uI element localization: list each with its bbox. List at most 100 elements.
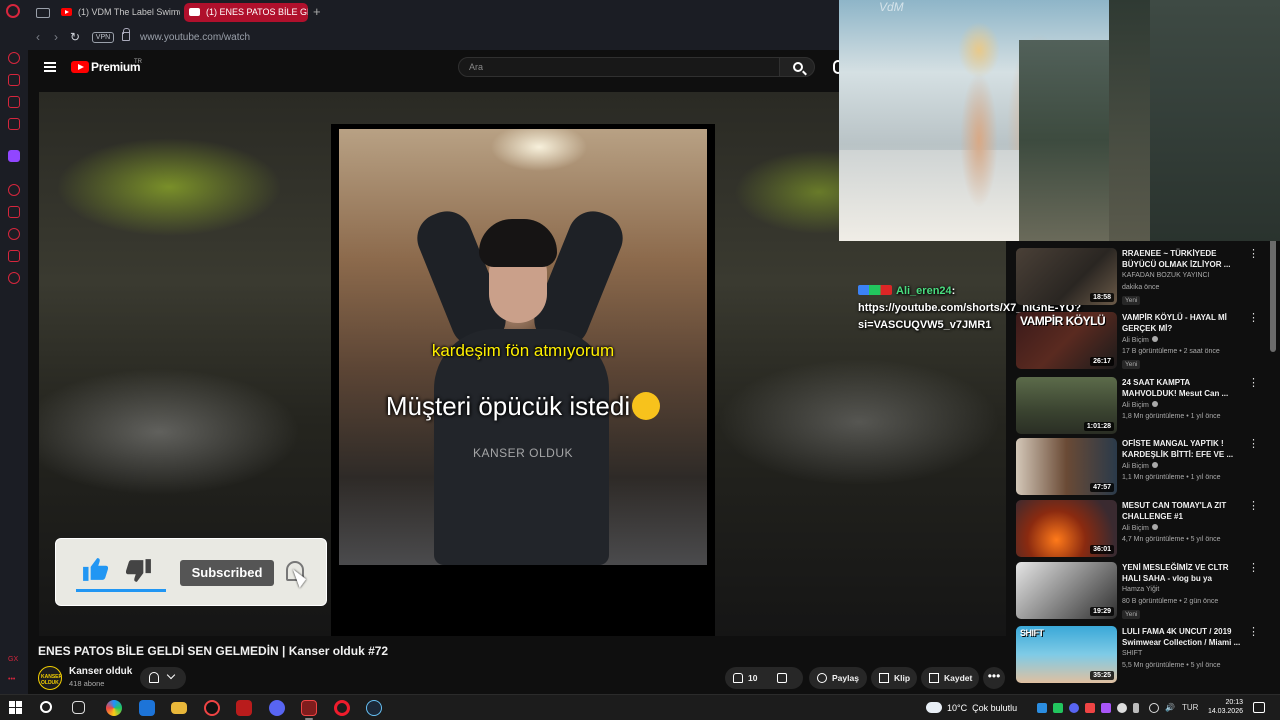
video-thumbnail[interactable]: 19:29 (1016, 562, 1117, 619)
new-tab-button[interactable]: + (313, 4, 321, 20)
rec-title[interactable]: OFİSTE MANGAL YAPTIK ! KARDEŞLİK BİTTİ: … (1122, 438, 1242, 460)
tab-enes-patos[interactable]: (1) ENES PATOS BİLE GELDİ (184, 3, 308, 22)
thumbs-up-icon[interactable] (733, 673, 743, 683)
more-actions-button[interactable]: ••• (983, 667, 1005, 689)
file-explorer-icon[interactable] (171, 702, 187, 714)
notification-icon[interactable] (1253, 702, 1265, 713)
tray-app-icon[interactable] (1101, 703, 1111, 713)
list-item[interactable]: 18:58 RRAENEE ~ TÜRKİYEDE BÜYÜCÜ OLMAK İ… (1016, 248, 1259, 306)
rec-channel[interactable]: Ali Biçim (1122, 524, 1158, 532)
save-button[interactable]: Kaydet (921, 667, 979, 689)
reload-icon[interactable]: ↻ (70, 30, 80, 44)
cloud-icon[interactable] (926, 702, 942, 713)
clock[interactable]: 20:13 14.03.2026 (1203, 698, 1243, 716)
tray-app-icon[interactable] (1037, 703, 1047, 713)
copilot-icon[interactable] (106, 700, 122, 716)
like-count[interactable]: 10 (748, 673, 757, 683)
youtube-premium-label[interactable]: Premium (91, 60, 141, 74)
opera-icon[interactable] (334, 700, 350, 716)
rec-channel[interactable]: SHIFT (1122, 650, 1142, 657)
tab-vdm-swimwear[interactable]: (1) VDM The Label Swimwear (56, 3, 180, 22)
kebab-menu-icon[interactable]: ⋮ (1248, 313, 1259, 324)
network-icon[interactable] (1149, 703, 1159, 713)
kebab-menu-icon[interactable]: ⋮ (1248, 249, 1259, 260)
video-thumbnail[interactable]: 47:57 (1016, 438, 1117, 495)
clip-button[interactable]: Klip (871, 667, 917, 689)
sidebar-history-icon[interactable] (8, 228, 20, 240)
sidebar-more-icon[interactable]: ••• (8, 676, 15, 683)
opera-gx-active-icon[interactable] (301, 700, 317, 716)
rec-title[interactable]: VAMPİR KÖYLÜ - HAYAL Mİ GERÇEK Mİ? (1122, 312, 1242, 334)
kebab-menu-icon[interactable]: ⋮ (1248, 378, 1259, 389)
video-thumbnail[interactable]: 36:01 (1016, 500, 1117, 557)
sidebar-settings-icon[interactable] (8, 272, 20, 284)
kebab-menu-icon[interactable]: ⋮ (1248, 627, 1259, 638)
tray-app-icon[interactable] (1053, 703, 1063, 713)
task-view-icon[interactable] (72, 701, 85, 714)
discord-icon[interactable] (269, 700, 285, 716)
windows-start-icon[interactable] (9, 701, 22, 714)
thumbs-down-icon[interactable] (777, 673, 787, 683)
tray-app-icon[interactable] (1117, 703, 1127, 713)
rec-channel[interactable]: Hamza Yiğit (1122, 586, 1159, 593)
language-indicator[interactable]: TUR (1182, 703, 1198, 712)
video-thumbnail[interactable]: VAMPİR KÖYLÜ 26:17 (1016, 312, 1117, 369)
sidebar-bag-icon[interactable] (8, 74, 20, 86)
rec-channel[interactable]: Ali Biçim (1122, 401, 1158, 409)
list-item[interactable]: 19:29 YENİ MESLEĞİMİZ VE CLTR HALI SAHA … (1016, 562, 1259, 620)
sidebar-extensions-icon[interactable] (8, 250, 20, 262)
weather-widget[interactable]: 10°C Çok bulutlu (947, 703, 1017, 713)
list-item[interactable]: 47:57 OFİSTE MANGAL YAPTIK ! KARDEŞLİK B… (1016, 438, 1259, 496)
sidebar-twitch-icon[interactable] (8, 150, 20, 162)
back-arrow-icon[interactable]: ‹ (36, 30, 40, 44)
steam-icon[interactable] (366, 700, 382, 716)
lock-icon[interactable] (122, 28, 130, 41)
menu-icon[interactable] (44, 62, 56, 72)
microphone-icon[interactable] (1133, 703, 1139, 713)
sidebar-instagram-icon[interactable] (8, 118, 20, 130)
video-thumbnail[interactable]: SHIFT 35:25 (1016, 626, 1117, 683)
taskbar-search-icon[interactable] (40, 701, 52, 713)
notification-bell-button[interactable] (140, 667, 186, 689)
rec-title[interactable]: MESUT CAN TOMAY'LA ZIT CHALLENGE #1 (1122, 500, 1242, 522)
forward-arrow-icon[interactable]: › (54, 30, 58, 44)
rec-title[interactable]: RRAENEE ~ TÜRKİYEDE BÜYÜCÜ OLMAK İZLİYOR… (1122, 248, 1242, 270)
list-item[interactable]: VAMPİR KÖYLÜ 26:17 VAMPİR KÖYLÜ - HAYAL … (1016, 312, 1259, 370)
vpn-badge[interactable]: VPN (92, 32, 114, 43)
rec-title[interactable]: 24 SAAT KAMPTA MAHVOLDUK! Mesut Can ... (1122, 377, 1242, 399)
mail-icon[interactable] (139, 700, 155, 716)
sidebar-gx-label[interactable]: GX (8, 656, 18, 663)
video-app-icon[interactable] (236, 700, 252, 716)
sidebar-messenger-icon[interactable] (8, 96, 20, 108)
list-item[interactable]: SHIFT 35:25 LULI FAMA 4K UNCUT / 2019 Sw… (1016, 626, 1259, 684)
pip-video-window[interactable]: VdM (839, 0, 1150, 241)
chat-username[interactable]: Ali_eren24 (896, 285, 952, 297)
opera-gx-taskbar-icon[interactable] (204, 700, 220, 716)
rec-channel[interactable]: KAFADAN BOZUK YAYINCI (1122, 272, 1210, 279)
tray-app-icon[interactable] (1085, 703, 1095, 713)
kebab-menu-icon[interactable]: ⋮ (1248, 563, 1259, 574)
volume-icon[interactable]: 🔊 (1165, 703, 1175, 712)
share-button[interactable]: Paylaş (809, 667, 867, 689)
sidebar-bookmark-icon[interactable] (8, 206, 20, 218)
video-thumbnail[interactable]: 1:01:28 (1016, 377, 1117, 434)
list-item[interactable]: 36:01 MESUT CAN TOMAY'LA ZIT CHALLENGE #… (1016, 500, 1259, 558)
kebab-menu-icon[interactable]: ⋮ (1248, 501, 1259, 512)
sidebar-player-icon[interactable] (8, 184, 20, 196)
tray-discord-icon[interactable] (1069, 703, 1079, 713)
list-item[interactable]: 1:01:28 24 SAAT KAMPTA MAHVOLDUK! Mesut … (1016, 377, 1259, 435)
rec-channel[interactable]: Ali Biçim (1122, 336, 1158, 344)
rec-title[interactable]: LULI FAMA 4K UNCUT / 2019 Swimwear Colle… (1122, 626, 1242, 648)
search-input[interactable]: Ara (458, 57, 780, 77)
sidebar-speed-dial-icon[interactable] (8, 52, 20, 64)
rec-channel[interactable]: Ali Biçim (1122, 462, 1158, 470)
url-field[interactable]: www.youtube.com/watch (140, 32, 250, 43)
channel-name[interactable]: Kanser olduk (69, 666, 132, 677)
search-button[interactable] (779, 57, 815, 77)
tab-manager-icon[interactable] (36, 8, 50, 18)
channel-avatar[interactable]: KANSER OLDUK (38, 666, 62, 690)
opera-logo-icon[interactable] (6, 4, 20, 18)
video-thumbnail[interactable]: 18:58 (1016, 248, 1117, 305)
kebab-menu-icon[interactable]: ⋮ (1248, 439, 1259, 450)
youtube-logo-icon[interactable] (71, 61, 89, 73)
